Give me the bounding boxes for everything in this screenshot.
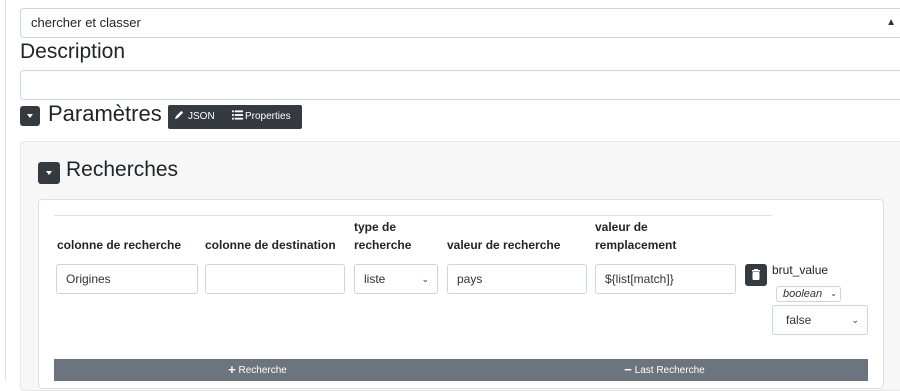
column-header-valeur-remplacement: valeur de remplacement — [595, 220, 677, 252]
brut-value-label: brut_value — [772, 263, 829, 277]
list-icon — [232, 110, 243, 120]
column-header-colonne-destination: colonne de destination — [205, 238, 336, 252]
recherches-collapse-toggle[interactable] — [38, 162, 60, 184]
pencil-icon — [174, 110, 184, 120]
chevron-down-icon: ⌄ — [830, 289, 837, 298]
remove-last-recherche-label: Last Recherche — [634, 365, 705, 376]
schema-type-value: chercher et classer — [31, 15, 141, 30]
json-button-label: JSON — [188, 111, 215, 122]
minus-icon: − — [624, 362, 632, 377]
brut-type-select[interactable]: boolean ⌄ — [776, 286, 841, 302]
trash-icon — [752, 269, 760, 280]
chevron-down-icon: ⌄ — [851, 315, 859, 325]
plus-icon: + — [228, 362, 236, 377]
add-recherche-button[interactable]: + Recherche — [54, 359, 461, 381]
parametres-title: Paramètres — [48, 101, 162, 126]
table-top-divider — [54, 215, 772, 216]
description-input[interactable] — [20, 70, 900, 100]
chevron-down-icon: ⌄ — [421, 274, 429, 284]
type-recherche-select[interactable]: liste ⌄ — [354, 264, 438, 294]
valeur-recherche-input[interactable]: pays — [447, 264, 587, 294]
column-header-colonne-recherche: colonne de recherche — [57, 238, 182, 252]
schema-type-select[interactable]: chercher et classer ▲ — [20, 8, 900, 38]
valeur-remplacement-input[interactable]: ${list[match]} — [595, 264, 736, 294]
parametres-collapse-toggle[interactable] — [20, 106, 40, 126]
delete-row-button[interactable] — [745, 264, 767, 286]
colonne-destination-input[interactable] — [205, 264, 345, 294]
recherches-title: Recherches — [66, 158, 179, 181]
select-updown-icon: ▲ — [886, 17, 896, 28]
properties-button[interactable]: Properties — [226, 105, 302, 129]
description-heading: Description — [20, 40, 126, 63]
remove-last-recherche-button[interactable]: − Last Recherche — [461, 359, 868, 381]
column-header-valeur-recherche: valeur de recherche — [447, 238, 561, 252]
add-recherche-label: Recherche — [238, 365, 287, 376]
caret-down-icon — [46, 171, 52, 175]
column-header-type-recherche: type de recherche — [354, 220, 412, 252]
recherche-actions-bar: + Recherche − Last Recherche — [54, 359, 868, 381]
json-button[interactable]: JSON — [168, 105, 226, 129]
caret-down-icon — [27, 114, 33, 118]
left-border-rule — [5, 0, 6, 381]
brut-value-select[interactable]: false ⌄ — [772, 305, 868, 335]
colonne-recherche-input[interactable]: Origines — [56, 264, 198, 294]
properties-button-label: Properties — [245, 111, 291, 122]
